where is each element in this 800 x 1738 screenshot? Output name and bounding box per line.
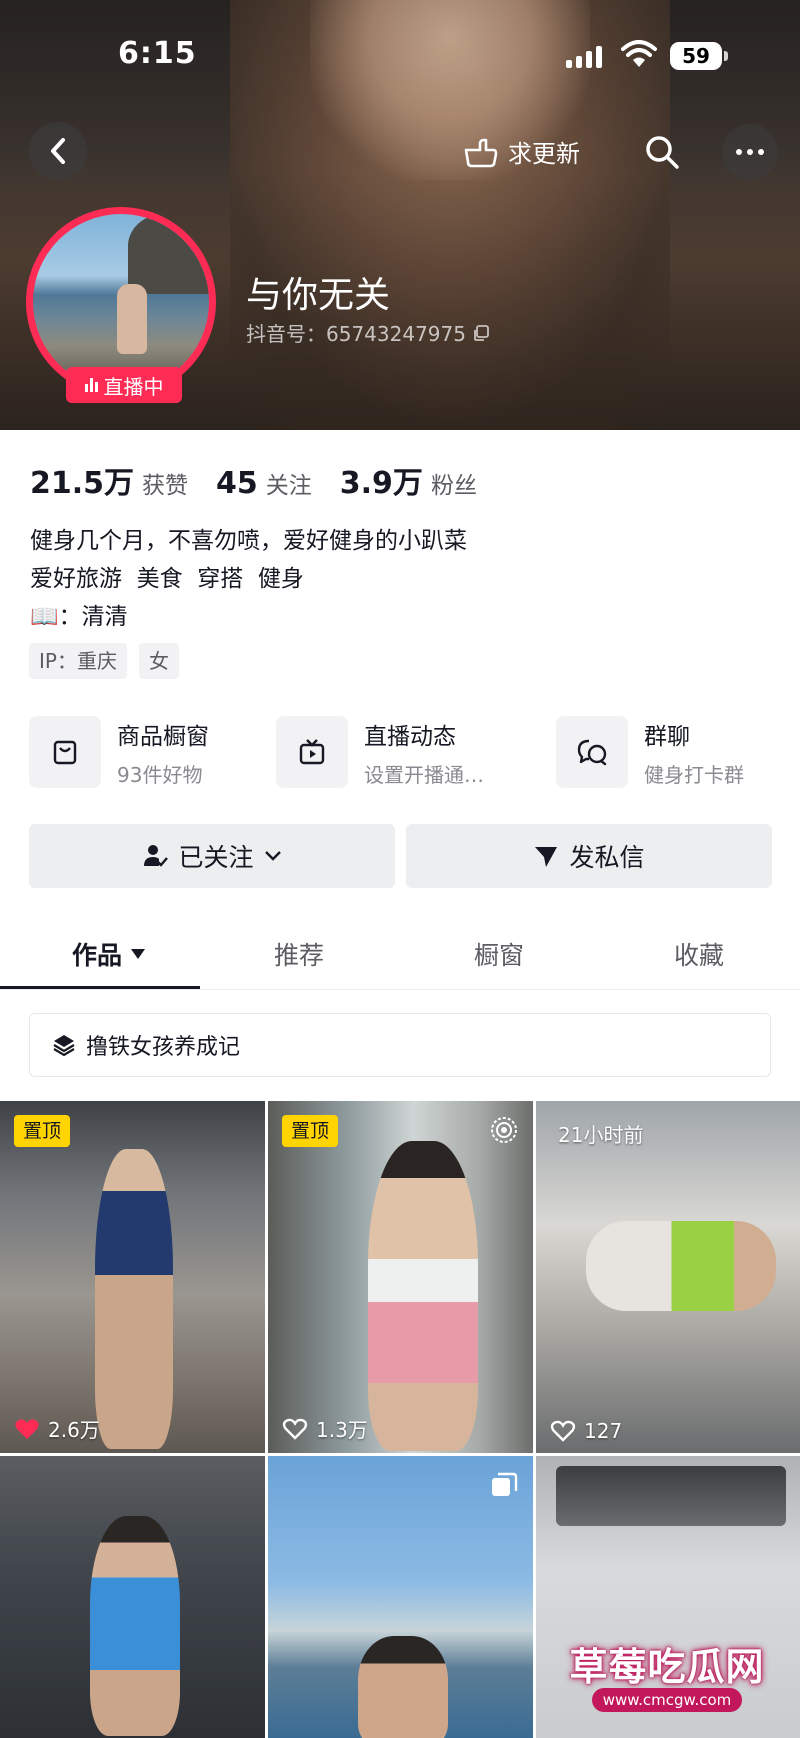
avatar[interactable] bbox=[33, 214, 209, 390]
tab-favorites[interactable]: 收藏 bbox=[674, 936, 724, 972]
live-icon bbox=[84, 378, 98, 392]
send-message-button[interactable]: 发私信 bbox=[406, 824, 772, 888]
ip-tag: IP：重庆 bbox=[29, 643, 127, 679]
pinned-badge: 置顶 bbox=[14, 1115, 70, 1147]
following-button[interactable]: 已关注 bbox=[29, 824, 395, 888]
tab-showcase[interactable]: 橱窗 bbox=[474, 936, 524, 972]
user-check-icon bbox=[144, 845, 169, 867]
stat-likes[interactable]: 21.5万 获赞 bbox=[30, 458, 188, 502]
like-count: 1.3万 bbox=[282, 1414, 368, 1443]
multi-image-icon bbox=[492, 1472, 518, 1496]
heart-outline-icon bbox=[282, 1418, 308, 1440]
live-label: 直播中 bbox=[103, 374, 164, 399]
feature-title: 商品橱窗 bbox=[117, 723, 209, 750]
video-tile[interactable]: 置顶 2.6万 bbox=[0, 1101, 265, 1453]
feature-live-updates[interactable]: 直播动态 设置开播通… bbox=[276, 712, 484, 792]
chat-bubbles-icon bbox=[556, 716, 628, 788]
douyin-id[interactable]: 抖音号：65743247975 bbox=[246, 318, 490, 347]
feature-title: 群聊 bbox=[644, 723, 690, 750]
battery-indicator: 59 bbox=[670, 42, 722, 70]
shopping-bag-icon bbox=[29, 716, 101, 788]
bio-line: 爱好旅游 美食 穿搭 健身 bbox=[30, 566, 304, 592]
stats-row: 21.5万 获赞 45 关注 3.9万 粉丝 bbox=[30, 458, 505, 502]
bio-line: 健身几个月，不喜勿喷，爱好健身的小趴菜 bbox=[30, 528, 467, 554]
video-tile[interactable]: 21小时前 127 bbox=[536, 1101, 800, 1453]
tv-icon bbox=[276, 716, 348, 788]
feature-subtitle: 93件好物 bbox=[117, 762, 203, 787]
like-count: 127 bbox=[550, 1419, 622, 1443]
feature-subtitle: 设置开播通… bbox=[364, 762, 484, 787]
chevron-left-icon bbox=[51, 138, 65, 164]
search-icon[interactable] bbox=[644, 134, 680, 170]
tab-works[interactable]: 作品 bbox=[72, 936, 146, 972]
live-badge[interactable]: 直播中 bbox=[66, 367, 182, 403]
like-count: 2.6万 bbox=[14, 1414, 100, 1443]
paper-plane-icon bbox=[535, 847, 558, 867]
bio-line: 📖：清清 bbox=[30, 604, 128, 630]
pointing-hand-icon bbox=[464, 138, 498, 167]
tab-active-indicator bbox=[0, 986, 200, 989]
heart-outline-icon bbox=[550, 1420, 576, 1442]
caret-down-icon bbox=[131, 949, 146, 959]
time-ago-label: 21小时前 bbox=[558, 1123, 644, 1147]
layers-icon bbox=[53, 1035, 75, 1057]
tabs-divider bbox=[0, 989, 800, 990]
feature-group-chat[interactable]: 群聊 健身打卡群 bbox=[556, 712, 744, 792]
watermark: 草莓吃瓜网 www.cmcgw.com bbox=[552, 1636, 782, 1726]
tab-recommend[interactable]: 推荐 bbox=[274, 936, 324, 972]
video-tile[interactable] bbox=[268, 1456, 533, 1738]
back-button[interactable] bbox=[29, 122, 87, 180]
stat-followers[interactable]: 3.9万 粉丝 bbox=[340, 458, 477, 502]
ask-update-button[interactable]: 求更新 bbox=[462, 134, 580, 169]
chevron-down-icon bbox=[264, 851, 281, 861]
nickname: 与你无关 bbox=[246, 275, 391, 316]
copy-icon bbox=[474, 324, 489, 341]
more-options-icon[interactable] bbox=[722, 124, 778, 180]
status-time: 6:15 bbox=[118, 36, 197, 71]
collection-entry[interactable]: 撸铁女孩养成记 bbox=[29, 1013, 771, 1077]
video-tile[interactable] bbox=[0, 1456, 265, 1738]
signal-icon bbox=[566, 44, 608, 68]
gender-tag: 女 bbox=[139, 643, 179, 679]
stat-following[interactable]: 45 关注 bbox=[216, 466, 312, 501]
feature-title: 直播动态 bbox=[364, 723, 456, 750]
live-photo-icon bbox=[491, 1117, 517, 1143]
heart-icon bbox=[15, 1418, 39, 1439]
feature-subtitle: 健身打卡群 bbox=[644, 762, 744, 787]
feature-shop-window[interactable]: 商品橱窗 93件好物 bbox=[29, 712, 209, 792]
ask-update-label: 求更新 bbox=[508, 140, 580, 168]
battery-tip bbox=[724, 51, 728, 61]
video-tile[interactable]: 置顶 1.3万 bbox=[268, 1101, 533, 1453]
wifi-icon bbox=[621, 40, 657, 67]
pinned-badge: 置顶 bbox=[282, 1115, 338, 1147]
